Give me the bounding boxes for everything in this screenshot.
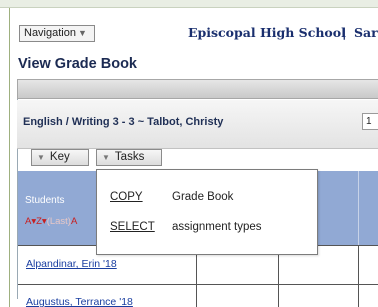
- menu-item-copy-grade-book[interactable]: COPY Grade Book: [110, 191, 233, 203]
- key-button-label: Key: [49, 151, 70, 163]
- assignment-header-cell: [358, 171, 378, 245]
- gray-band: [17, 79, 378, 99]
- sort-last-link[interactable]: (Last): [47, 216, 71, 227]
- page-title: View Grade Book: [18, 56, 137, 72]
- tasks-button[interactable]: ▼ Tasks: [96, 149, 162, 166]
- header-separator: |: [342, 25, 347, 40]
- menu-item-select-assignment-types[interactable]: SELECT assignment types: [110, 221, 262, 233]
- sort-controls[interactable]: A▾Z▾(Last)A: [25, 216, 77, 227]
- chevron-down-icon: ▼: [37, 153, 45, 162]
- students-header-label: Students: [25, 195, 65, 206]
- student-link[interactable]: Alpandinar, Erin '18: [26, 258, 117, 270]
- menu-item-keyword[interactable]: SELECT: [110, 221, 162, 233]
- grid-line: [18, 284, 378, 285]
- tasks-menu: [96, 169, 318, 255]
- menu-item-keyword[interactable]: COPY: [110, 191, 162, 203]
- grid-line: [358, 245, 359, 307]
- navigation-label: Navigation: [24, 27, 76, 39]
- sort-az-link[interactable]: A▾Z▾: [25, 216, 47, 227]
- top-strip: [0, 0, 378, 8]
- chevron-down-icon: ▼: [77, 28, 87, 38]
- sort-alt-link[interactable]: A: [71, 216, 77, 227]
- tasks-button-label: Tasks: [114, 151, 145, 163]
- school-name[interactable]: Episcopal High School: [188, 25, 346, 40]
- chevron-down-icon: ▼: [102, 153, 110, 162]
- menu-item-label: assignment types: [172, 221, 262, 233]
- term-select[interactable]: 1: [362, 113, 378, 130]
- school-year-label[interactable]: Sar: [354, 25, 378, 40]
- gradebook-window: Navigation ▼ Episcopal High School | Sar …: [0, 0, 378, 307]
- key-button[interactable]: ▼ Key: [31, 149, 89, 166]
- course-title: English / Writing 3 - 3 ~ Talbot, Christ…: [23, 116, 224, 128]
- student-link[interactable]: Augustus, Terrance '18: [26, 296, 133, 307]
- menu-item-label: Grade Book: [172, 191, 234, 203]
- navigation-dropdown[interactable]: Navigation ▼: [19, 25, 95, 42]
